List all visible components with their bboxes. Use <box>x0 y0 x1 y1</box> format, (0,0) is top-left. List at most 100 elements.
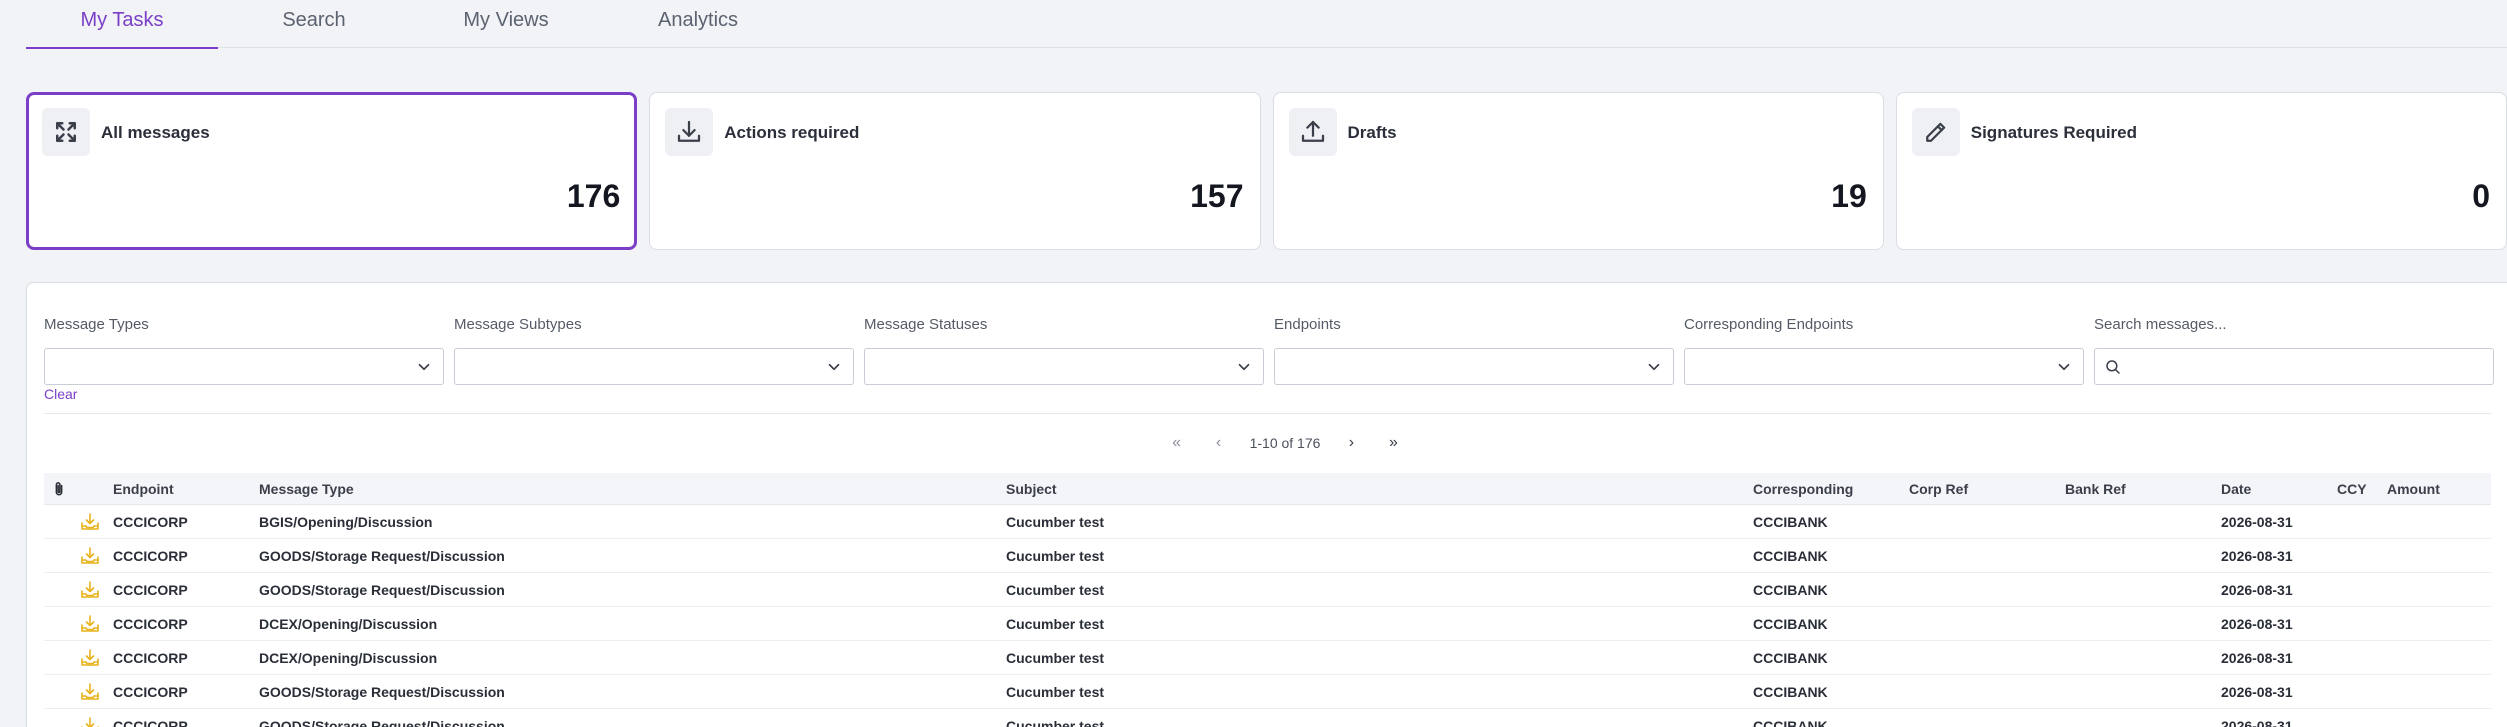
cell-date: 2026-08-31 <box>2221 683 2293 700</box>
tab-search[interactable]: Search <box>218 0 410 48</box>
cell-message-type: BGIS/Opening/Discussion <box>259 513 433 530</box>
chevron-down-icon <box>418 363 430 371</box>
filter-label: Search messages... <box>2094 316 2227 333</box>
cell-corresponding: CCCIBANK <box>1753 581 1828 598</box>
tab-my-tasks[interactable]: My Tasks <box>26 0 218 49</box>
header-date[interactable]: Date <box>2221 481 2337 497</box>
header-subject[interactable]: Subject <box>1006 481 1753 497</box>
table-row[interactable]: CCCICORP DCEX/Opening/Discussion Cucumbe… <box>44 607 2491 641</box>
search-input[interactable] <box>2129 349 2479 384</box>
cell-endpoint: CCCICORP <box>113 649 188 666</box>
table-row[interactable]: CCCICORP GOODS/Storage Request/Discussio… <box>44 675 2491 709</box>
cell-message-type: GOODS/Storage Request/Discussion <box>259 683 505 700</box>
first-page-button[interactable]: « <box>1156 431 1198 455</box>
cell-endpoint: CCCICORP <box>113 717 188 727</box>
tab-my-views[interactable]: My Views <box>410 0 602 48</box>
table-row[interactable]: CCCICORP DCEX/Opening/Discussion Cucumbe… <box>44 641 2491 675</box>
inbox-download-icon <box>78 512 113 532</box>
cell-date: 2026-08-31 <box>2221 649 2293 666</box>
filter-bar: Message Types Message Subtypes Message S… <box>44 315 2494 385</box>
cell-subject: Cucumber test <box>1006 649 1105 666</box>
cell-subject: Cucumber test <box>1006 581 1105 598</box>
cell-subject: Cucumber test <box>1006 547 1105 564</box>
table-row[interactable]: CCCICORP GOODS/Storage Request/Discussio… <box>44 539 2491 573</box>
chevron-down-icon <box>1238 363 1250 371</box>
cell-endpoint: CCCICORP <box>113 581 188 598</box>
chevron-down-icon <box>1648 363 1660 371</box>
chevron-down-icon <box>2058 363 2070 371</box>
card-count: 0 <box>2472 178 2490 214</box>
clear-filters-link[interactable]: Clear <box>44 386 77 402</box>
last-page-button[interactable]: » <box>1372 431 1414 455</box>
endpoints-select[interactable] <box>1274 348 1674 385</box>
card-title: Actions required <box>724 123 860 142</box>
cell-message-type: GOODS/Storage Request/Discussion <box>259 581 505 598</box>
cell-corresponding: CCCIBANK <box>1753 683 1828 700</box>
chevron-down-icon <box>828 363 840 371</box>
cell-date: 2026-08-31 <box>2221 513 2293 530</box>
filter-corresponding-endpoints: Corresponding Endpoints <box>1684 315 2084 385</box>
cell-date: 2026-08-31 <box>2221 547 2293 564</box>
filter-label: Message Types <box>44 316 149 333</box>
header-corresponding[interactable]: Corresponding <box>1753 481 1909 497</box>
card-actions-required[interactable]: Actions required 157 <box>649 92 1261 250</box>
messages-table: Endpoint Message Type Subject Correspond… <box>44 473 2491 727</box>
card-drafts[interactable]: Drafts 19 <box>1272 92 1884 250</box>
card-count: 176 <box>566 178 621 214</box>
table-row[interactable]: CCCICORP GOODS/Storage Request/Discussio… <box>44 573 2491 607</box>
inbox-download-icon <box>78 648 113 668</box>
cell-message-type: GOODS/Storage Request/Discussion <box>259 547 505 564</box>
page-info: 1-10 of 176 <box>1249 435 1321 451</box>
table-header: Endpoint Message Type Subject Correspond… <box>44 473 2491 505</box>
card-title: All messages <box>101 123 210 142</box>
inbox-download-icon <box>78 546 113 566</box>
tab-analytics[interactable]: Analytics <box>602 0 794 48</box>
corresponding-endpoints-select[interactable] <box>1684 348 2084 385</box>
cell-corresponding: CCCIBANK <box>1753 513 1828 530</box>
header-corp-ref[interactable]: Corp Ref <box>1909 481 2065 497</box>
paperclip-icon <box>44 480 78 498</box>
cell-message-type: DCEX/Opening/Discussion <box>259 649 438 666</box>
inbox-download-icon <box>78 682 113 702</box>
filter-message-subtypes: Message Subtypes <box>454 315 854 385</box>
pagination: « ‹ 1-10 of 176 › » <box>27 431 2507 455</box>
filter-label: Message Statuses <box>864 316 988 333</box>
header-message-type[interactable]: Message Type <box>259 481 1006 497</box>
messages-panel: Message Types Message Subtypes Message S… <box>26 282 2507 727</box>
header-amount[interactable]: Amount <box>2387 481 2487 497</box>
filter-label: Endpoints <box>1274 316 1341 333</box>
next-page-button[interactable]: › <box>1330 431 1372 455</box>
table-row[interactable]: CCCICORP GOODS/Storage Request/Discussio… <box>44 709 2491 727</box>
message-statuses-select[interactable] <box>864 348 1264 385</box>
cell-corresponding: CCCIBANK <box>1753 615 1828 632</box>
header-endpoint[interactable]: Endpoint <box>113 481 259 497</box>
cell-subject: Cucumber test <box>1006 683 1105 700</box>
cell-subject: Cucumber test <box>1006 513 1105 530</box>
card-title: Signatures Required <box>1970 123 2138 142</box>
card-all-messages[interactable]: All messages 176 <box>26 92 638 250</box>
inbox-download-icon <box>78 580 113 600</box>
inbox-download-icon <box>78 614 113 634</box>
upload-icon <box>1288 108 1337 156</box>
filter-endpoints: Endpoints <box>1274 315 1674 385</box>
cell-endpoint: CCCICORP <box>113 683 188 700</box>
card-signatures-required[interactable]: Signatures Required 0 <box>1895 92 2507 250</box>
expand-icon <box>42 108 90 156</box>
card-count: 157 <box>1190 178 1244 214</box>
message-subtypes-select[interactable] <box>454 348 854 385</box>
cell-corresponding: CCCIBANK <box>1753 547 1828 564</box>
card-title: Drafts <box>1347 123 1397 142</box>
cell-date: 2026-08-31 <box>2221 615 2293 632</box>
divider <box>44 413 2491 414</box>
cell-date: 2026-08-31 <box>2221 717 2293 727</box>
table-row[interactable]: CCCICORP BGIS/Opening/Discussion Cucumbe… <box>44 505 2491 539</box>
header-ccy[interactable]: CCY <box>2337 481 2387 497</box>
cell-message-type: GOODS/Storage Request/Discussion <box>259 717 505 727</box>
filter-label: Corresponding Endpoints <box>1684 316 1854 333</box>
filter-search: Search messages... <box>2094 315 2494 385</box>
cell-subject: Cucumber test <box>1006 615 1105 632</box>
message-types-select[interactable] <box>44 348 444 385</box>
search-box <box>2094 348 2494 385</box>
header-bank-ref[interactable]: Bank Ref <box>2065 481 2221 497</box>
prev-page-button[interactable]: ‹ <box>1198 431 1240 455</box>
